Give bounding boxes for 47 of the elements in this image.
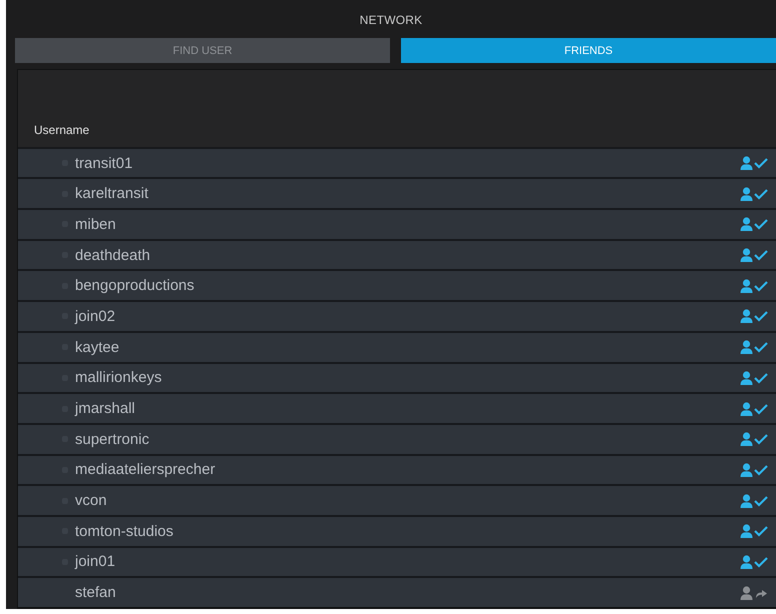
user-row[interactable]: join02 bbox=[18, 300, 776, 331]
column-header: Username bbox=[34, 122, 90, 137]
user-row[interactable]: bengoproductions bbox=[18, 269, 776, 300]
person-check-icon bbox=[740, 156, 768, 170]
username: tomton-studios bbox=[75, 522, 174, 540]
username: deathdeath bbox=[75, 246, 152, 264]
username: bengoproductions bbox=[75, 277, 196, 294]
person-check-icon bbox=[740, 278, 768, 293]
person-arrow-icon bbox=[740, 586, 768, 600]
person-check-icon bbox=[740, 309, 768, 324]
user-row[interactable]: jmarshall bbox=[18, 392, 776, 423]
username: transit01 bbox=[75, 154, 134, 172]
user-row[interactable]: miben bbox=[18, 208, 776, 239]
user-row[interactable]: tomton-studios bbox=[18, 514, 776, 546]
username: join01 bbox=[75, 553, 116, 570]
person-check-icon bbox=[740, 432, 768, 446]
user-row[interactable]: kaytee bbox=[18, 330, 776, 362]
window-title: NETWORK bbox=[360, 12, 422, 26]
username: join02 bbox=[75, 308, 116, 325]
user-row[interactable]: supertronic bbox=[18, 422, 776, 454]
username: jmarshall bbox=[75, 400, 136, 418]
username: miben bbox=[75, 216, 117, 233]
username: mallirionkeys bbox=[75, 369, 163, 386]
user-row[interactable]: deathdeath bbox=[18, 238, 776, 270]
person-check-icon bbox=[740, 494, 768, 508]
username: kaytee bbox=[75, 338, 120, 356]
username: supertronic bbox=[75, 430, 150, 448]
user-row[interactable]: join01 bbox=[18, 546, 776, 576]
person-check-icon bbox=[740, 248, 768, 262]
person-check-icon bbox=[740, 524, 768, 538]
user-row[interactable]: transit01 bbox=[18, 146, 776, 178]
username: mediaateliersprecher bbox=[75, 461, 216, 478]
username: vcon bbox=[75, 492, 108, 510]
username: kareltransit bbox=[75, 185, 150, 202]
person-check-icon bbox=[740, 340, 768, 354]
person-check-icon bbox=[740, 462, 768, 477]
user-row[interactable]: kareltransit bbox=[18, 177, 776, 208]
username: stefan bbox=[75, 584, 117, 602]
user-row[interactable]: mediaateliersprecher bbox=[18, 454, 776, 484]
user-row[interactable]: vcon bbox=[18, 484, 776, 515]
person-check-icon bbox=[740, 554, 768, 569]
person-check-icon bbox=[740, 186, 768, 201]
user-row[interactable]: stefan bbox=[18, 576, 776, 607]
person-check-icon bbox=[740, 370, 768, 385]
user-row[interactable]: mallirionkeys bbox=[18, 362, 776, 392]
person-check-icon bbox=[740, 217, 768, 232]
person-check-icon bbox=[740, 402, 768, 416]
